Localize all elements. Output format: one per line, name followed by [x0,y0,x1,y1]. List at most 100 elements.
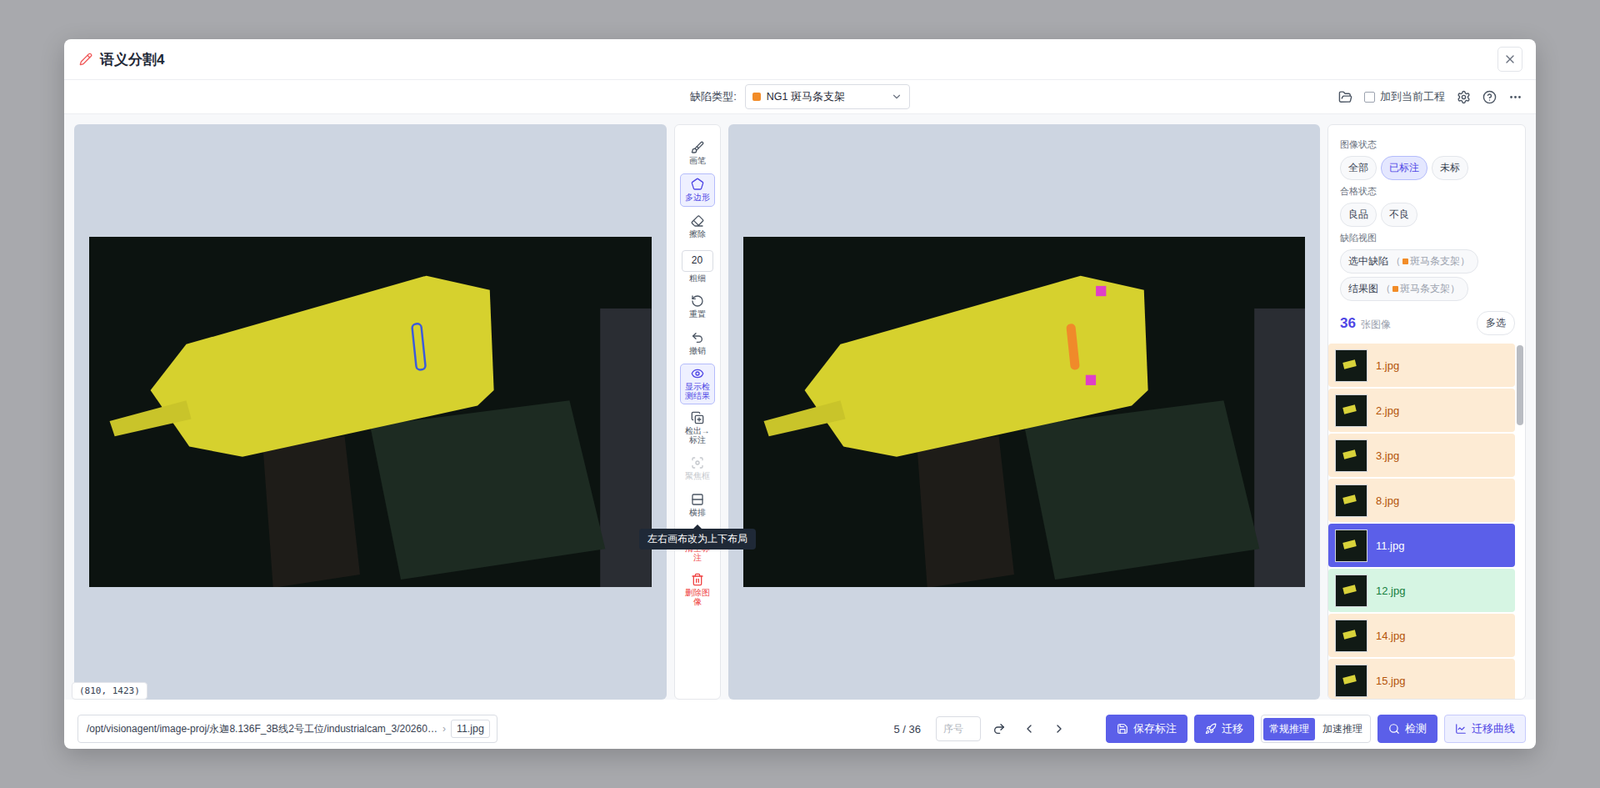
thickness-input[interactable]: 20 [681,250,714,272]
thumbnail [1335,394,1368,427]
thumbnail [1335,439,1368,472]
dialog-header: 语义分割4 [64,39,1536,80]
workspace: (810, 1423)画笔多边形擦除20粗细重置撤销显示检测结果检出→标注聚焦框… [64,114,1536,700]
tool-icon [690,214,705,228]
save-button[interactable]: 保存标注 [1105,714,1188,743]
thumbnail [1335,529,1368,562]
annotation-canvas[interactable]: (810, 1423) [74,124,667,700]
tool-icon [690,455,705,470]
chevron-left-icon [1022,721,1036,735]
save-icon [1116,722,1129,735]
multi-select-button[interactable]: 多选 [1476,310,1515,335]
image-item[interactable]: 1.jpg [1328,343,1515,387]
photo-drawing [89,236,652,588]
dialog-title: 语义分割4 [79,50,165,70]
tool-icon [690,410,705,425]
rocket-icon [1205,722,1217,735]
checkbox[interactable] [1364,91,1375,103]
tool-icon [690,330,705,345]
tool-button[interactable]: 删除图像 [680,569,715,610]
help-icon[interactable] [1482,90,1497,105]
filter-chip[interactable]: 良品 [1340,202,1377,227]
pencil-icon [79,52,93,66]
index-input[interactable] [935,715,981,741]
detect-button[interactable]: 检测 [1377,714,1438,743]
image-item[interactable]: 12.jpg [1328,568,1515,612]
image-item[interactable]: 3.jpg [1328,433,1515,477]
add-to-project[interactable]: 加到当前工程 [1364,90,1445,105]
defect-type-label: 缺陷类型: [690,89,737,105]
thumbnail [1335,349,1368,382]
tool-icon [690,294,705,308]
tool-button[interactable]: 撤销 [680,326,715,360]
tool-icon [690,492,705,506]
tool-button[interactable]: 显示检测结果 [680,363,715,405]
folder-icon[interactable] [1338,90,1353,105]
tool-icon [690,366,705,380]
file-chip: 11.jpg [450,719,490,738]
image-position: 5 / 36 [893,722,921,735]
tool-button[interactable]: 20粗细 [680,246,715,287]
filter-chip[interactable]: 已标注 [1380,155,1428,180]
prev-button[interactable] [1017,715,1041,741]
tool-button[interactable]: 多边形 [680,173,715,207]
photo [89,236,652,588]
redo-icon [992,721,1006,735]
gear-icon[interactable] [1456,90,1471,105]
tool-icon [690,177,705,191]
curve-button[interactable]: 迁移曲线 [1444,714,1526,743]
tool-button[interactable]: 擦除 [680,210,715,244]
view-chip[interactable]: 结果图（斑马条支架） [1340,276,1469,301]
view-chip[interactable]: 选中缺陷（斑马条支架） [1340,249,1479,274]
section-label: 合格状态 [1340,185,1515,198]
filter-chip[interactable]: 不良 [1380,202,1418,227]
search-icon [1388,722,1400,735]
mode-option[interactable]: 常规推理 [1263,717,1315,740]
photo-drawing [743,236,1306,588]
tool-button[interactable]: 重置 [680,290,715,324]
tool-button[interactable]: 横排左右画布改为上下布局 [680,488,715,522]
filter-chip[interactable]: 未标 [1431,155,1469,180]
defect-color [1392,285,1399,292]
section-label: 图像状态 [1340,138,1515,151]
filters: 图像状态全部已标注未标合格状态良品不良缺陷视图选中缺陷（斑马条支架）结果图（斑马… [1328,125,1525,344]
scrollbar[interactable] [1515,343,1525,699]
image-count-row: 36张图像多选 [1340,310,1515,335]
tool-button[interactable]: 画笔 [680,136,715,170]
chevron-right-icon [1052,721,1066,735]
chevron-down-icon [890,90,903,103]
tool-icon [690,572,705,586]
jump-button[interactable] [987,715,1011,741]
thumbnail [1335,574,1368,607]
defect-color [752,92,761,101]
image-path: /opt/visionagent/image-proj/永迦8.136F_3B线… [77,714,498,743]
image-item[interactable]: 2.jpg [1328,388,1515,432]
tooltip: 左右画布改为上下布局 [639,528,756,550]
close-button[interactable] [1497,46,1523,72]
defect-type-select[interactable]: NG1 斑马条支架 [745,84,910,110]
thumbnail [1335,619,1368,652]
tool-icon [690,140,705,155]
mode-option[interactable]: 加速推理 [1316,717,1369,740]
image-list: 1.jpg2.jpg3.jpg8.jpg11.jpg12.jpg14.jpg15… [1328,343,1525,699]
defect-color [1402,258,1409,265]
thumbnail [1335,664,1368,697]
more-icon[interactable] [1508,90,1523,105]
tool-button: 聚焦框 [680,451,715,485]
photo [743,236,1306,588]
thumbnail [1335,484,1368,517]
annotation-dialog: 语义分割4缺陷类型:NG1 斑马条支架加到当前工程(810, 1423)画笔多边… [64,39,1536,749]
filter-chip[interactable]: 全部 [1340,155,1377,180]
footer: /opt/visionagent/image-proj/永迦8.136F_3B线… [64,699,1536,749]
result-canvas[interactable] [728,124,1321,700]
image-item[interactable]: 11.jpg [1328,523,1515,567]
image-item[interactable]: 15.jpg [1328,658,1515,699]
migrate-button[interactable]: 迁移 [1194,714,1255,743]
next-button[interactable] [1047,715,1071,741]
image-item[interactable]: 8.jpg [1328,478,1515,522]
tool-button[interactable]: 检出→标注 [680,407,715,449]
inference-mode: 常规推理加速推理 [1260,714,1371,743]
image-item[interactable]: 14.jpg [1328,613,1515,657]
tool-column: 画笔多边形擦除20粗细重置撤销显示检测结果检出→标注聚焦框横排左右画布改为上下布… [674,124,721,700]
defect-type: 缺陷类型: NG1 斑马条支架 [690,84,910,110]
